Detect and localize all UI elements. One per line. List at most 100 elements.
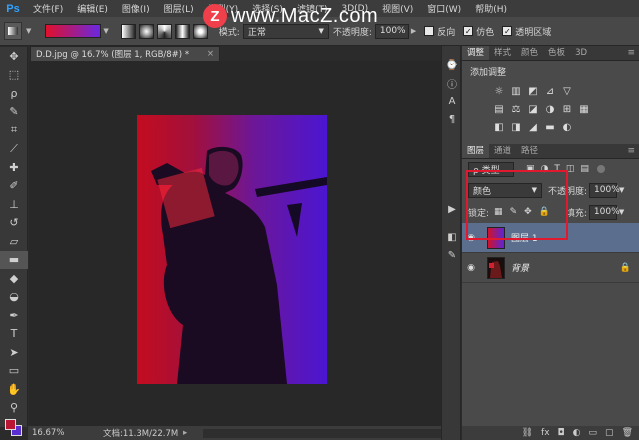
dodge-tool-icon[interactable]: ◒ bbox=[0, 288, 28, 307]
levels-icon[interactable]: ▥ bbox=[509, 84, 523, 98]
chevron-right-icon[interactable]: ▸ bbox=[183, 428, 203, 438]
menu-layer[interactable]: 图层(L) bbox=[157, 2, 201, 15]
watermark-text: www.MacZ.com bbox=[231, 4, 379, 27]
photo-filter-icon[interactable]: ◑ bbox=[543, 102, 557, 116]
channel-mixer-icon[interactable]: ⊞ bbox=[560, 102, 574, 116]
reverse-checkbox[interactable] bbox=[424, 26, 435, 36]
filter-toggle-icon[interactable] bbox=[596, 165, 605, 173]
menu-file[interactable]: 文件(F) bbox=[26, 2, 70, 15]
layer-name[interactable]: 背景 bbox=[511, 261, 529, 274]
eyedropper-tool-icon[interactable]: ⟋ bbox=[0, 140, 28, 159]
visibility-eye-icon[interactable]: ◉ bbox=[462, 263, 480, 273]
canvas-image[interactable] bbox=[137, 115, 327, 384]
chevron-down-icon[interactable]: ▼ bbox=[619, 208, 624, 216]
add-mask-icon[interactable]: ◘ bbox=[558, 428, 565, 438]
vibrance-icon[interactable]: ▽ bbox=[560, 84, 574, 98]
curves-icon[interactable]: ◩ bbox=[526, 84, 540, 98]
tab-adjustments[interactable]: 调整 bbox=[462, 46, 490, 60]
shape-tool-icon[interactable]: ▭ bbox=[0, 362, 28, 381]
new-layer-icon[interactable]: ▢ bbox=[605, 428, 614, 438]
history-brush-tool-icon[interactable]: ↺ bbox=[0, 214, 28, 233]
horizontal-scrollbar[interactable] bbox=[203, 428, 453, 438]
layer-style-icon[interactable]: fx bbox=[541, 428, 550, 438]
linear-gradient-button[interactable] bbox=[120, 23, 136, 39]
move-tool-icon[interactable]: ✥ bbox=[0, 47, 28, 66]
color-lookup-icon[interactable]: ▦ bbox=[577, 102, 591, 116]
panel-menu-icon[interactable]: ≡ bbox=[627, 144, 635, 158]
chevron-right-icon[interactable]: ▶ bbox=[411, 27, 416, 35]
tab-channels[interactable]: 通道 bbox=[489, 144, 516, 158]
layer-comps-icon[interactable]: ◧ bbox=[442, 228, 462, 246]
gradient-tool-icon[interactable]: ▬ bbox=[0, 250, 28, 269]
chevron-down-icon[interactable]: ▼ bbox=[26, 27, 31, 35]
opacity-input[interactable]: 100% bbox=[374, 23, 409, 39]
panel-menu-icon[interactable]: ≡ bbox=[627, 46, 635, 60]
color-balance-icon[interactable]: ⚖ bbox=[509, 102, 523, 116]
filter-smart-icon[interactable]: ▤ bbox=[580, 164, 589, 174]
properties-icon[interactable]: ⓘ bbox=[442, 74, 462, 92]
foreground-color-swatch[interactable] bbox=[5, 419, 16, 430]
angle-gradient-button[interactable] bbox=[156, 23, 172, 39]
brush-preset-icon[interactable]: ✎ bbox=[442, 246, 462, 264]
invert-icon[interactable]: ◧ bbox=[492, 120, 506, 134]
close-icon[interactable]: × bbox=[207, 49, 214, 59]
pen-tool-icon[interactable]: ✒ bbox=[0, 306, 28, 325]
transparency-checkbox[interactable]: ✓ bbox=[502, 26, 513, 36]
fill-input[interactable]: 100% bbox=[588, 204, 620, 220]
menu-edit[interactable]: 编辑(E) bbox=[70, 2, 115, 15]
new-adjustment-icon[interactable]: ◐ bbox=[573, 428, 581, 438]
healing-brush-tool-icon[interactable]: ✚ bbox=[0, 158, 28, 177]
hand-tool-icon[interactable]: ✋ bbox=[0, 380, 28, 399]
document-info: 文档:11.3M/22.7M bbox=[103, 429, 179, 439]
new-group-icon[interactable]: ▭ bbox=[589, 428, 598, 438]
menu-image[interactable]: 图像(I) bbox=[115, 2, 157, 15]
tab-swatches[interactable]: 色板 bbox=[543, 46, 570, 60]
right-panels: 调整 样式 颜色 色板 3D ≡ 添加调整 ☼ ▥ ◩ ⊿ ▽ ▤ ⚖ ◪ ◑ … bbox=[462, 46, 639, 440]
type-tool-icon[interactable]: T bbox=[0, 325, 28, 344]
link-layers-icon[interactable]: ⛓ bbox=[522, 428, 533, 438]
chevron-down-icon[interactable]: ▼ bbox=[619, 186, 624, 194]
selective-color-icon[interactable]: ◐ bbox=[560, 120, 574, 134]
menu-window[interactable]: 窗口(W) bbox=[420, 2, 468, 15]
tab-layers[interactable]: 图层 bbox=[462, 144, 490, 158]
adjustments-title: 添加调整 bbox=[470, 68, 507, 78]
document-tab[interactable]: D.D.jpg @ 16.7% (图层 1, RGB/8#) * × bbox=[30, 46, 220, 61]
gradient-editor-swatch[interactable] bbox=[45, 24, 102, 38]
tab-paths[interactable]: 路径 bbox=[516, 144, 543, 158]
reflected-gradient-button[interactable] bbox=[174, 23, 190, 39]
lasso-tool-icon[interactable]: ρ bbox=[0, 84, 28, 103]
tab-styles[interactable]: 样式 bbox=[489, 46, 516, 60]
quick-select-tool-icon[interactable]: ✎ bbox=[0, 103, 28, 122]
black-white-icon[interactable]: ◪ bbox=[526, 102, 540, 116]
gradient-map-icon[interactable]: ▬ bbox=[543, 120, 557, 134]
threshold-icon[interactable]: ◢ bbox=[526, 120, 540, 134]
menu-help[interactable]: 帮助(H) bbox=[468, 2, 514, 15]
crop-tool-icon[interactable]: ⌗ bbox=[0, 121, 28, 140]
zoom-level[interactable]: 16.67% bbox=[28, 428, 103, 438]
blur-tool-icon[interactable]: ◆ bbox=[0, 269, 28, 288]
marquee-tool-icon[interactable]: ⬚ bbox=[0, 66, 28, 85]
path-select-tool-icon[interactable]: ➤ bbox=[0, 343, 28, 362]
zoom-tool-icon[interactable]: ⚲ bbox=[0, 399, 28, 418]
hue-saturation-icon[interactable]: ▤ bbox=[492, 102, 506, 116]
brush-tool-icon[interactable]: ✐ bbox=[0, 177, 28, 196]
character-icon[interactable]: A bbox=[442, 92, 462, 110]
paragraph-icon[interactable]: ¶ bbox=[442, 110, 462, 128]
exposure-icon[interactable]: ⊿ bbox=[543, 84, 557, 98]
delete-layer-icon[interactable]: 🗑 bbox=[622, 428, 633, 438]
tool-preset-picker[interactable] bbox=[4, 22, 22, 40]
layer-row[interactable]: ◉ 背景 🔒 bbox=[462, 253, 639, 283]
menu-view[interactable]: 视图(V) bbox=[375, 2, 420, 15]
tab-color[interactable]: 颜色 bbox=[516, 46, 543, 60]
dither-checkbox[interactable]: ✓ bbox=[463, 26, 474, 36]
layer-opacity-input[interactable]: 100% bbox=[589, 182, 620, 198]
tab-3d[interactable]: 3D bbox=[570, 46, 592, 60]
clone-stamp-tool-icon[interactable]: ⊥ bbox=[0, 195, 28, 214]
chevron-down-icon[interactable]: ▼ bbox=[103, 27, 108, 35]
play-icon[interactable]: ▶ bbox=[442, 200, 462, 218]
posterize-icon[interactable]: ◨ bbox=[509, 120, 523, 134]
radial-gradient-button[interactable] bbox=[138, 23, 154, 39]
brightness-icon[interactable]: ☼ bbox=[492, 84, 506, 98]
history-icon[interactable]: ⌚ bbox=[442, 56, 462, 74]
eraser-tool-icon[interactable]: ▱ bbox=[0, 232, 28, 251]
